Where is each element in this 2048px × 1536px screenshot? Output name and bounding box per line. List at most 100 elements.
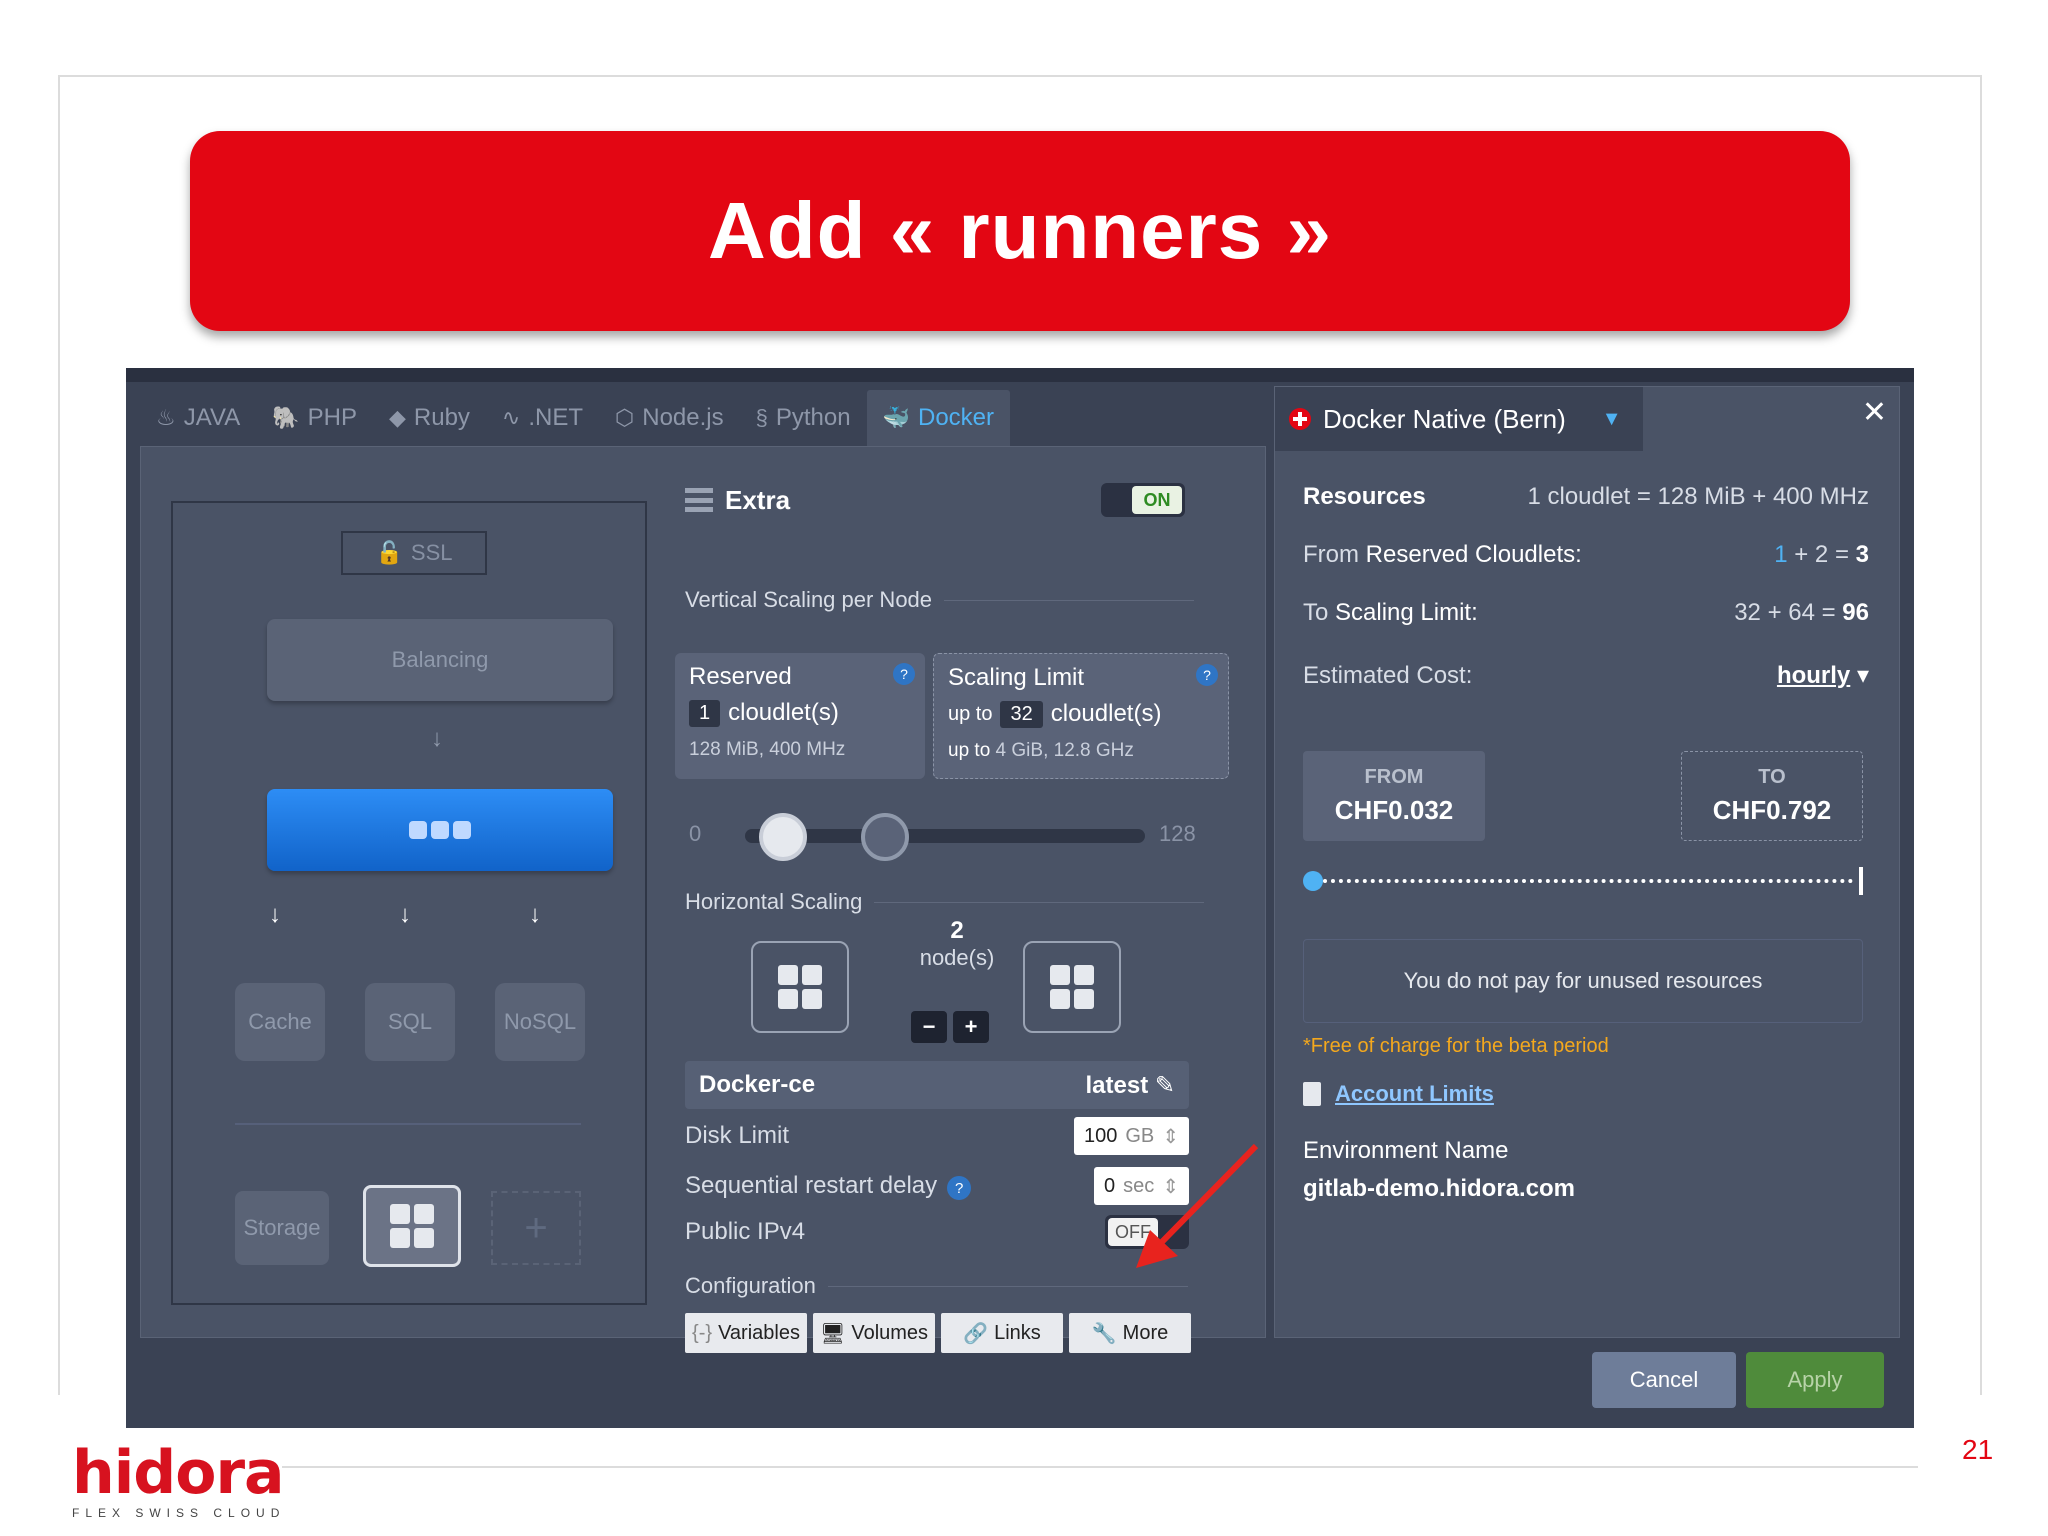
section-label-text: Configuration <box>685 1273 816 1298</box>
extra-toggle[interactable]: ON <box>1101 483 1185 517</box>
volumes-button[interactable]: 🖥 Volumes <box>813 1313 935 1353</box>
logo-word: hidora <box>72 1438 285 1508</box>
reserved-label-a: From <box>1303 541 1359 568</box>
arrow-down-icon: ↓ <box>269 901 281 928</box>
resources-value: 1 cloudlet = 128 MiB + 400 MHz <box>1527 483 1869 510</box>
hidora-logo: hidora FLEX SWISS CLOUD <box>72 1438 285 1520</box>
cost-range-bar <box>1303 867 1863 895</box>
tab-docker[interactable]: 🐳 Docker <box>866 390 1011 446</box>
ipv4-row: Public IPv4 OFF <box>685 1215 1189 1249</box>
limit-row: To Scaling Limit: 32 + 64 = 96 <box>1303 599 1869 627</box>
vertical-scaling-label: Vertical Scaling per Node <box>685 587 1195 613</box>
ssl-toggle[interactable]: 🔓 SSL <box>341 531 487 575</box>
cancel-button[interactable]: Cancel <box>1592 1352 1736 1408</box>
tab-nodejs[interactable]: ⬡ Node.js <box>599 390 740 446</box>
restart-delay-row: Sequential restart delay? 0 sec ⇕ <box>685 1167 1189 1205</box>
scaling-limit-input[interactable]: 32 <box>1000 700 1043 728</box>
image-row[interactable]: Docker-ce latest ✎ <box>685 1061 1189 1109</box>
apply-button[interactable]: Apply <box>1746 1352 1884 1408</box>
ruby-icon: ◆ <box>388 405 406 430</box>
links-button[interactable]: 🔗 Links <box>941 1313 1063 1353</box>
tab-label: .NET <box>528 404 584 431</box>
help-icon[interactable]: ? <box>893 663 915 685</box>
divider <box>235 1123 581 1125</box>
add-node-button[interactable]: + <box>491 1191 581 1265</box>
add-node-button[interactable]: + <box>953 1011 989 1043</box>
docker-node-button[interactable] <box>363 1185 461 1267</box>
tab-java[interactable]: ♨ JAVA <box>140 390 256 446</box>
reserved-box: Reserved 1 cloudlet(s) 128 MiB, 400 MHz … <box>675 653 925 779</box>
cost-row: Estimated Cost: hourly ▾ <box>1303 661 1869 690</box>
php-icon: 🐘 <box>272 405 300 430</box>
reserved-label-b: Reserved Cloudlets: <box>1365 541 1582 568</box>
config-buttons: {-} Variables 🖥 Volumes 🔗 Links 🔧 More <box>685 1313 1191 1353</box>
env-name-value[interactable]: gitlab-demo.hidora.com <box>1303 1175 1575 1203</box>
scaling-sub-prefix: up to <box>948 740 991 761</box>
more-button[interactable]: 🔧 More <box>1069 1313 1191 1353</box>
slider-min: 0 <box>689 821 702 846</box>
reserved-handle[interactable] <box>759 813 807 861</box>
limit-handle[interactable] <box>861 813 909 861</box>
ipv4-label: Public IPv4 <box>685 1218 806 1245</box>
sql-button[interactable]: SQL <box>365 983 455 1061</box>
account-limits-link[interactable]: Account Limits <box>1303 1081 1494 1107</box>
layers-icon <box>685 488 713 512</box>
button-label: Volumes <box>851 1321 929 1344</box>
cost-period: hourly <box>1776 662 1851 689</box>
node-container-icon <box>751 941 849 1033</box>
reserved-calc-a: 1 <box>1774 541 1788 568</box>
python-icon: § <box>755 405 768 430</box>
cost-end-marker <box>1859 867 1863 895</box>
info-text: You do not pay for unused resources <box>1403 968 1763 993</box>
balancing-button[interactable]: Balancing <box>267 619 613 701</box>
pencil-icon: ✎ <box>1154 1071 1175 1099</box>
tab-php[interactable]: 🐘 PHP <box>256 390 373 446</box>
node-count: 2 node(s) <box>907 917 1007 971</box>
horizontal-scaling-label: Horizontal Scaling <box>685 889 1205 915</box>
limit-label-a: To <box>1303 599 1329 626</box>
help-icon[interactable]: ? <box>1196 664 1218 686</box>
cache-button[interactable]: Cache <box>235 983 325 1061</box>
price-from: FROM CHF0.032 <box>1303 751 1485 841</box>
reserved-title: Reserved <box>689 663 792 690</box>
scaling-limit-title: Scaling Limit <box>948 664 1085 691</box>
extra-title: Extra <box>685 485 790 516</box>
scaling-prefix: up to <box>948 702 993 725</box>
remove-node-button[interactable]: − <box>911 1011 947 1043</box>
button-label: Links <box>994 1321 1041 1344</box>
scaling-limit-box: Scaling Limit up to 32 cloudlet(s) up to… <box>933 653 1229 779</box>
account-limits-text: Account Limits <box>1335 1081 1494 1106</box>
tab-label: JAVA <box>183 404 241 431</box>
disk-limit-row: Disk Limit 100 GB ⇕ <box>685 1117 1189 1155</box>
app-server-button[interactable] <box>267 789 613 871</box>
tab-ruby[interactable]: ◆ Ruby <box>373 390 486 446</box>
top-strip <box>126 368 1914 382</box>
nosql-button[interactable]: NoSQL <box>495 983 585 1061</box>
cost-period-dropdown[interactable]: hourly ▾ <box>1777 661 1869 690</box>
storage-button[interactable]: Storage <box>235 1191 329 1265</box>
close-icon[interactable]: ✕ <box>1862 395 1887 430</box>
tab-python[interactable]: § Python <box>740 390 867 446</box>
tab-label: Node.js <box>642 404 724 431</box>
variables-button[interactable]: {-} Variables <box>685 1313 807 1353</box>
lock-icon: 🔓 <box>375 540 403 565</box>
title-banner: Add « runners » <box>190 131 1850 331</box>
button-label: Variables <box>718 1321 800 1344</box>
nodejs-icon: ⬡ <box>615 405 635 430</box>
image-tag: latest <box>1085 1071 1149 1099</box>
reserved-sub: 128 MiB, 400 MHz <box>689 739 846 760</box>
reserved-input[interactable]: 1 <box>689 699 721 727</box>
image-name: Docker-ce <box>699 1071 816 1098</box>
container-icon <box>390 1204 434 1248</box>
price-from-value: CHF0.032 <box>1334 795 1454 825</box>
configuration-label: Configuration <box>685 1273 1188 1299</box>
docker-icon: 🐳 <box>882 405 910 430</box>
help-icon[interactable]: ? <box>947 1176 972 1201</box>
dotnet-icon: ∿ <box>501 405 521 430</box>
nodes-unit: node(s) <box>919 945 995 970</box>
tab-dotnet[interactable]: ∿ .NET <box>486 390 599 446</box>
page-number: 21 <box>1962 1434 1994 1465</box>
region-selector[interactable]: Docker Native (Bern) ▼ <box>1275 387 1643 451</box>
cost-label: Estimated Cost: <box>1303 661 1473 689</box>
nodes-count-value: 2 <box>950 917 964 944</box>
